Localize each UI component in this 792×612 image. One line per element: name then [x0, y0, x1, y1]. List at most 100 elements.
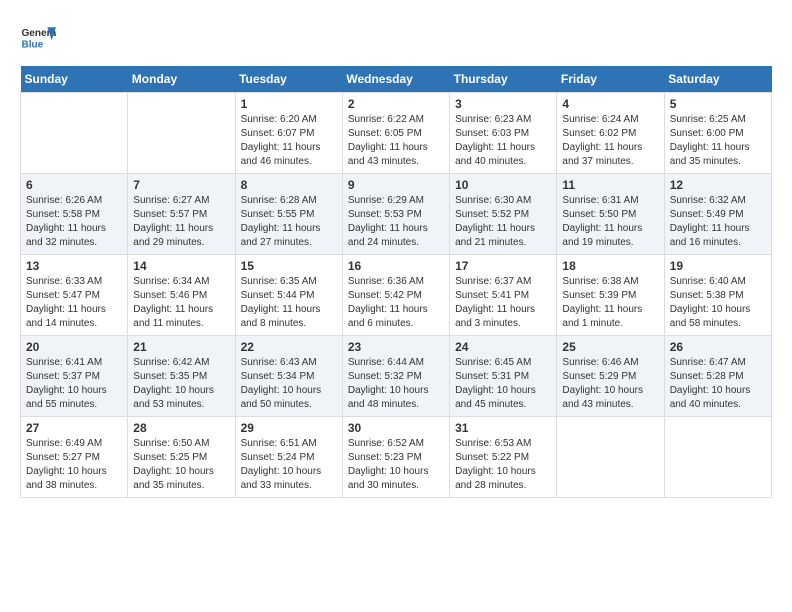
calendar-cell: 7 Sunrise: 6:27 AM Sunset: 5:57 PM Daylig… — [128, 174, 235, 255]
week-row-4: 20 Sunrise: 6:41 AM Sunset: 5:37 PM Dayli… — [21, 336, 772, 417]
day-number: 9 — [348, 178, 444, 192]
calendar-cell: 4 Sunrise: 6:24 AM Sunset: 6:02 PM Daylig… — [557, 93, 664, 174]
day-number: 11 — [562, 178, 658, 192]
calendar-cell: 15Sunrise: 6:35 AM Sunset: 5:44 PM Dayli… — [235, 255, 342, 336]
calendar-cell — [664, 417, 771, 498]
calendar-cell: 30Sunrise: 6:52 AM Sunset: 5:23 PM Dayli… — [342, 417, 449, 498]
cell-content: Sunrise: 6:47 AM Sunset: 5:28 PM Dayligh… — [670, 356, 766, 412]
logo-icon: General Blue — [20, 20, 56, 56]
header-row: SundayMondayTuesdayWednesdayThursdayFrid… — [21, 66, 772, 93]
calendar-cell: 14 Sunrise: 6:34 AM Sunset: 5:46 PM Dayli… — [128, 255, 235, 336]
day-number: 24 — [455, 340, 551, 354]
calendar-cell — [557, 417, 664, 498]
calendar-cell: 10Sunrise: 6:30 AM Sunset: 5:52 PM Dayli… — [450, 174, 557, 255]
day-number: 28 — [133, 421, 229, 435]
column-header-sunday: Sunday — [21, 66, 128, 93]
week-row-2: 6 Sunrise: 6:26 AM Sunset: 5:58 PM Daylig… — [21, 174, 772, 255]
cell-content: Sunrise: 6:51 AM Sunset: 5:24 PM Dayligh… — [241, 437, 337, 493]
cell-content: Sunrise: 6:28 AM Sunset: 5:55 PM Dayligh… — [241, 194, 337, 250]
calendar-cell: 18 Sunrise: 6:38 AM Sunset: 5:39 PM Dayli… — [557, 255, 664, 336]
column-header-wednesday: Wednesday — [342, 66, 449, 93]
calendar-cell: 26 Sunrise: 6:47 AM Sunset: 5:28 PM Dayli… — [664, 336, 771, 417]
day-number: 14 — [133, 259, 229, 273]
day-number: 17 — [455, 259, 551, 273]
cell-content: Sunrise: 6:50 AM Sunset: 5:25 PM Dayligh… — [133, 437, 229, 493]
cell-content: Sunrise: 6:41 AM Sunset: 5:37 PM Dayligh… — [26, 356, 122, 412]
week-row-1: 1 Sunrise: 6:20 AM Sunset: 6:07 PM Daylig… — [21, 93, 772, 174]
day-number: 8 — [241, 178, 337, 192]
day-number: 19 — [670, 259, 766, 273]
cell-content: Sunrise: 6:38 AM Sunset: 5:39 PM Dayligh… — [562, 275, 658, 331]
day-number: 26 — [670, 340, 766, 354]
column-header-friday: Friday — [557, 66, 664, 93]
day-number: 27 — [26, 421, 122, 435]
column-header-tuesday: Tuesday — [235, 66, 342, 93]
day-number: 23 — [348, 340, 444, 354]
calendar-cell: 25 Sunrise: 6:46 AM Sunset: 5:29 PM Dayli… — [557, 336, 664, 417]
calendar-cell: 6 Sunrise: 6:26 AM Sunset: 5:58 PM Daylig… — [21, 174, 128, 255]
day-number: 13 — [26, 259, 122, 273]
day-number: 6 — [26, 178, 122, 192]
cell-content: Sunrise: 6:29 AM Sunset: 5:53 PM Dayligh… — [348, 194, 444, 250]
calendar-cell: 27 Sunrise: 6:49 AM Sunset: 5:27 PM Dayli… — [21, 417, 128, 498]
calendar-cell: 28 Sunrise: 6:50 AM Sunset: 5:25 PM Dayli… — [128, 417, 235, 498]
cell-content: Sunrise: 6:40 AM Sunset: 5:38 PM Dayligh… — [670, 275, 766, 331]
cell-content: Sunrise: 6:53 AM Sunset: 5:22 PM Dayligh… — [455, 437, 551, 493]
cell-content: Sunrise: 6:46 AM Sunset: 5:29 PM Dayligh… — [562, 356, 658, 412]
calendar-cell: 31 Sunrise: 6:53 AM Sunset: 5:22 PM Dayli… — [450, 417, 557, 498]
page-header: General Blue — [20, 20, 772, 56]
calendar-cell: 3 Sunrise: 6:23 AM Sunset: 6:03 PM Daylig… — [450, 93, 557, 174]
calendar-cell: 5Sunrise: 6:25 AM Sunset: 6:00 PM Daylig… — [664, 93, 771, 174]
calendar-cell: 29Sunrise: 6:51 AM Sunset: 5:24 PM Dayli… — [235, 417, 342, 498]
cell-content: Sunrise: 6:34 AM Sunset: 5:46 PM Dayligh… — [133, 275, 229, 331]
calendar-cell: 16 Sunrise: 6:36 AM Sunset: 5:42 PM Dayli… — [342, 255, 449, 336]
calendar-cell: 1 Sunrise: 6:20 AM Sunset: 6:07 PM Daylig… — [235, 93, 342, 174]
day-number: 20 — [26, 340, 122, 354]
cell-content: Sunrise: 6:26 AM Sunset: 5:58 PM Dayligh… — [26, 194, 122, 250]
calendar-cell: 24 Sunrise: 6:45 AM Sunset: 5:31 PM Dayli… — [450, 336, 557, 417]
cell-content: Sunrise: 6:23 AM Sunset: 6:03 PM Dayligh… — [455, 113, 551, 169]
calendar-cell: 11Sunrise: 6:31 AM Sunset: 5:50 PM Dayli… — [557, 174, 664, 255]
calendar-cell: 20 Sunrise: 6:41 AM Sunset: 5:37 PM Dayli… — [21, 336, 128, 417]
cell-content: Sunrise: 6:22 AM Sunset: 6:05 PM Dayligh… — [348, 113, 444, 169]
calendar-cell: 19 Sunrise: 6:40 AM Sunset: 5:38 PM Dayli… — [664, 255, 771, 336]
day-number: 31 — [455, 421, 551, 435]
calendar-cell: 9 Sunrise: 6:29 AM Sunset: 5:53 PM Daylig… — [342, 174, 449, 255]
calendar-cell: 21Sunrise: 6:42 AM Sunset: 5:35 PM Dayli… — [128, 336, 235, 417]
day-number: 16 — [348, 259, 444, 273]
calendar-cell: 2Sunrise: 6:22 AM Sunset: 6:05 PM Daylig… — [342, 93, 449, 174]
day-number: 4 — [562, 97, 658, 111]
logo: General Blue — [20, 20, 56, 56]
calendar-cell — [128, 93, 235, 174]
day-number: 25 — [562, 340, 658, 354]
day-number: 21 — [133, 340, 229, 354]
calendar-cell: 13Sunrise: 6:33 AM Sunset: 5:47 PM Dayli… — [21, 255, 128, 336]
day-number: 7 — [133, 178, 229, 192]
day-number: 22 — [241, 340, 337, 354]
column-header-monday: Monday — [128, 66, 235, 93]
cell-content: Sunrise: 6:20 AM Sunset: 6:07 PM Dayligh… — [241, 113, 337, 169]
cell-content: Sunrise: 6:44 AM Sunset: 5:32 PM Dayligh… — [348, 356, 444, 412]
cell-content: Sunrise: 6:27 AM Sunset: 5:57 PM Dayligh… — [133, 194, 229, 250]
calendar-cell: 12 Sunrise: 6:32 AM Sunset: 5:49 PM Dayli… — [664, 174, 771, 255]
cell-content: Sunrise: 6:35 AM Sunset: 5:44 PM Dayligh… — [241, 275, 337, 331]
day-number: 5 — [670, 97, 766, 111]
week-row-3: 13Sunrise: 6:33 AM Sunset: 5:47 PM Dayli… — [21, 255, 772, 336]
day-number: 18 — [562, 259, 658, 273]
calendar-table: SundayMondayTuesdayWednesdayThursdayFrid… — [20, 66, 772, 498]
calendar-cell: 8 Sunrise: 6:28 AM Sunset: 5:55 PM Daylig… — [235, 174, 342, 255]
cell-content: Sunrise: 6:24 AM Sunset: 6:02 PM Dayligh… — [562, 113, 658, 169]
day-number: 1 — [241, 97, 337, 111]
svg-text:Blue: Blue — [21, 39, 43, 50]
day-number: 10 — [455, 178, 551, 192]
day-number: 12 — [670, 178, 766, 192]
calendar-cell: 17Sunrise: 6:37 AM Sunset: 5:41 PM Dayli… — [450, 255, 557, 336]
cell-content: Sunrise: 6:49 AM Sunset: 5:27 PM Dayligh… — [26, 437, 122, 493]
cell-content: Sunrise: 6:36 AM Sunset: 5:42 PM Dayligh… — [348, 275, 444, 331]
cell-content: Sunrise: 6:45 AM Sunset: 5:31 PM Dayligh… — [455, 356, 551, 412]
cell-content: Sunrise: 6:52 AM Sunset: 5:23 PM Dayligh… — [348, 437, 444, 493]
week-row-5: 27 Sunrise: 6:49 AM Sunset: 5:27 PM Dayli… — [21, 417, 772, 498]
cell-content: Sunrise: 6:32 AM Sunset: 5:49 PM Dayligh… — [670, 194, 766, 250]
column-header-saturday: Saturday — [664, 66, 771, 93]
day-number: 3 — [455, 97, 551, 111]
